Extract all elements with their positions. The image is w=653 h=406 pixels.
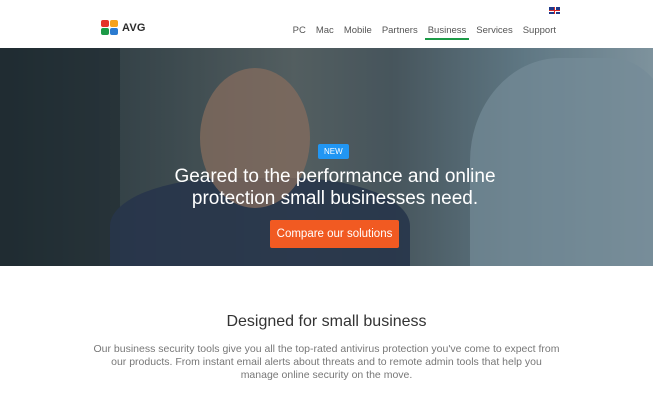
hero-banner: NEW Geared to the performance and online… xyxy=(0,48,653,266)
hero-title-line-2: protection small businesses need. xyxy=(191,188,479,209)
logo-text: AVG xyxy=(122,22,146,34)
nav-item-pc[interactable]: PC xyxy=(288,25,311,39)
main-nav: PC Mac Mobile Partners Business Services… xyxy=(288,25,561,40)
section-heading: Designed for small business xyxy=(226,313,427,330)
nav-item-support[interactable]: Support xyxy=(518,25,561,39)
avg-logo[interactable]: AVG xyxy=(101,19,146,37)
hero-title: Geared to the performance and online pro… xyxy=(140,166,530,210)
nav-item-mac[interactable]: Mac xyxy=(311,25,339,39)
nav-item-business[interactable]: Business xyxy=(423,25,472,40)
avg-logo-icon xyxy=(101,20,119,36)
nav-item-mobile[interactable]: Mobile xyxy=(339,25,377,39)
site-header: AVG PC Mac Mobile Partners Business Serv… xyxy=(0,0,653,48)
section-description: Our business security tools give you all… xyxy=(90,343,563,382)
section-text-line-1: Our business security tools give you all… xyxy=(93,343,560,355)
section-text-line-3: manage online security on the move. xyxy=(240,369,413,381)
compare-solutions-button[interactable]: Compare our solutions xyxy=(270,220,399,248)
uk-flag-icon[interactable] xyxy=(549,7,560,14)
section-text-line-2: our products. From instant email alerts … xyxy=(111,356,542,368)
hero-title-line-1: Geared to the performance and online xyxy=(174,166,496,187)
nav-item-services[interactable]: Services xyxy=(471,25,517,39)
nav-item-partners[interactable]: Partners xyxy=(377,25,423,39)
new-badge: NEW xyxy=(318,144,349,159)
